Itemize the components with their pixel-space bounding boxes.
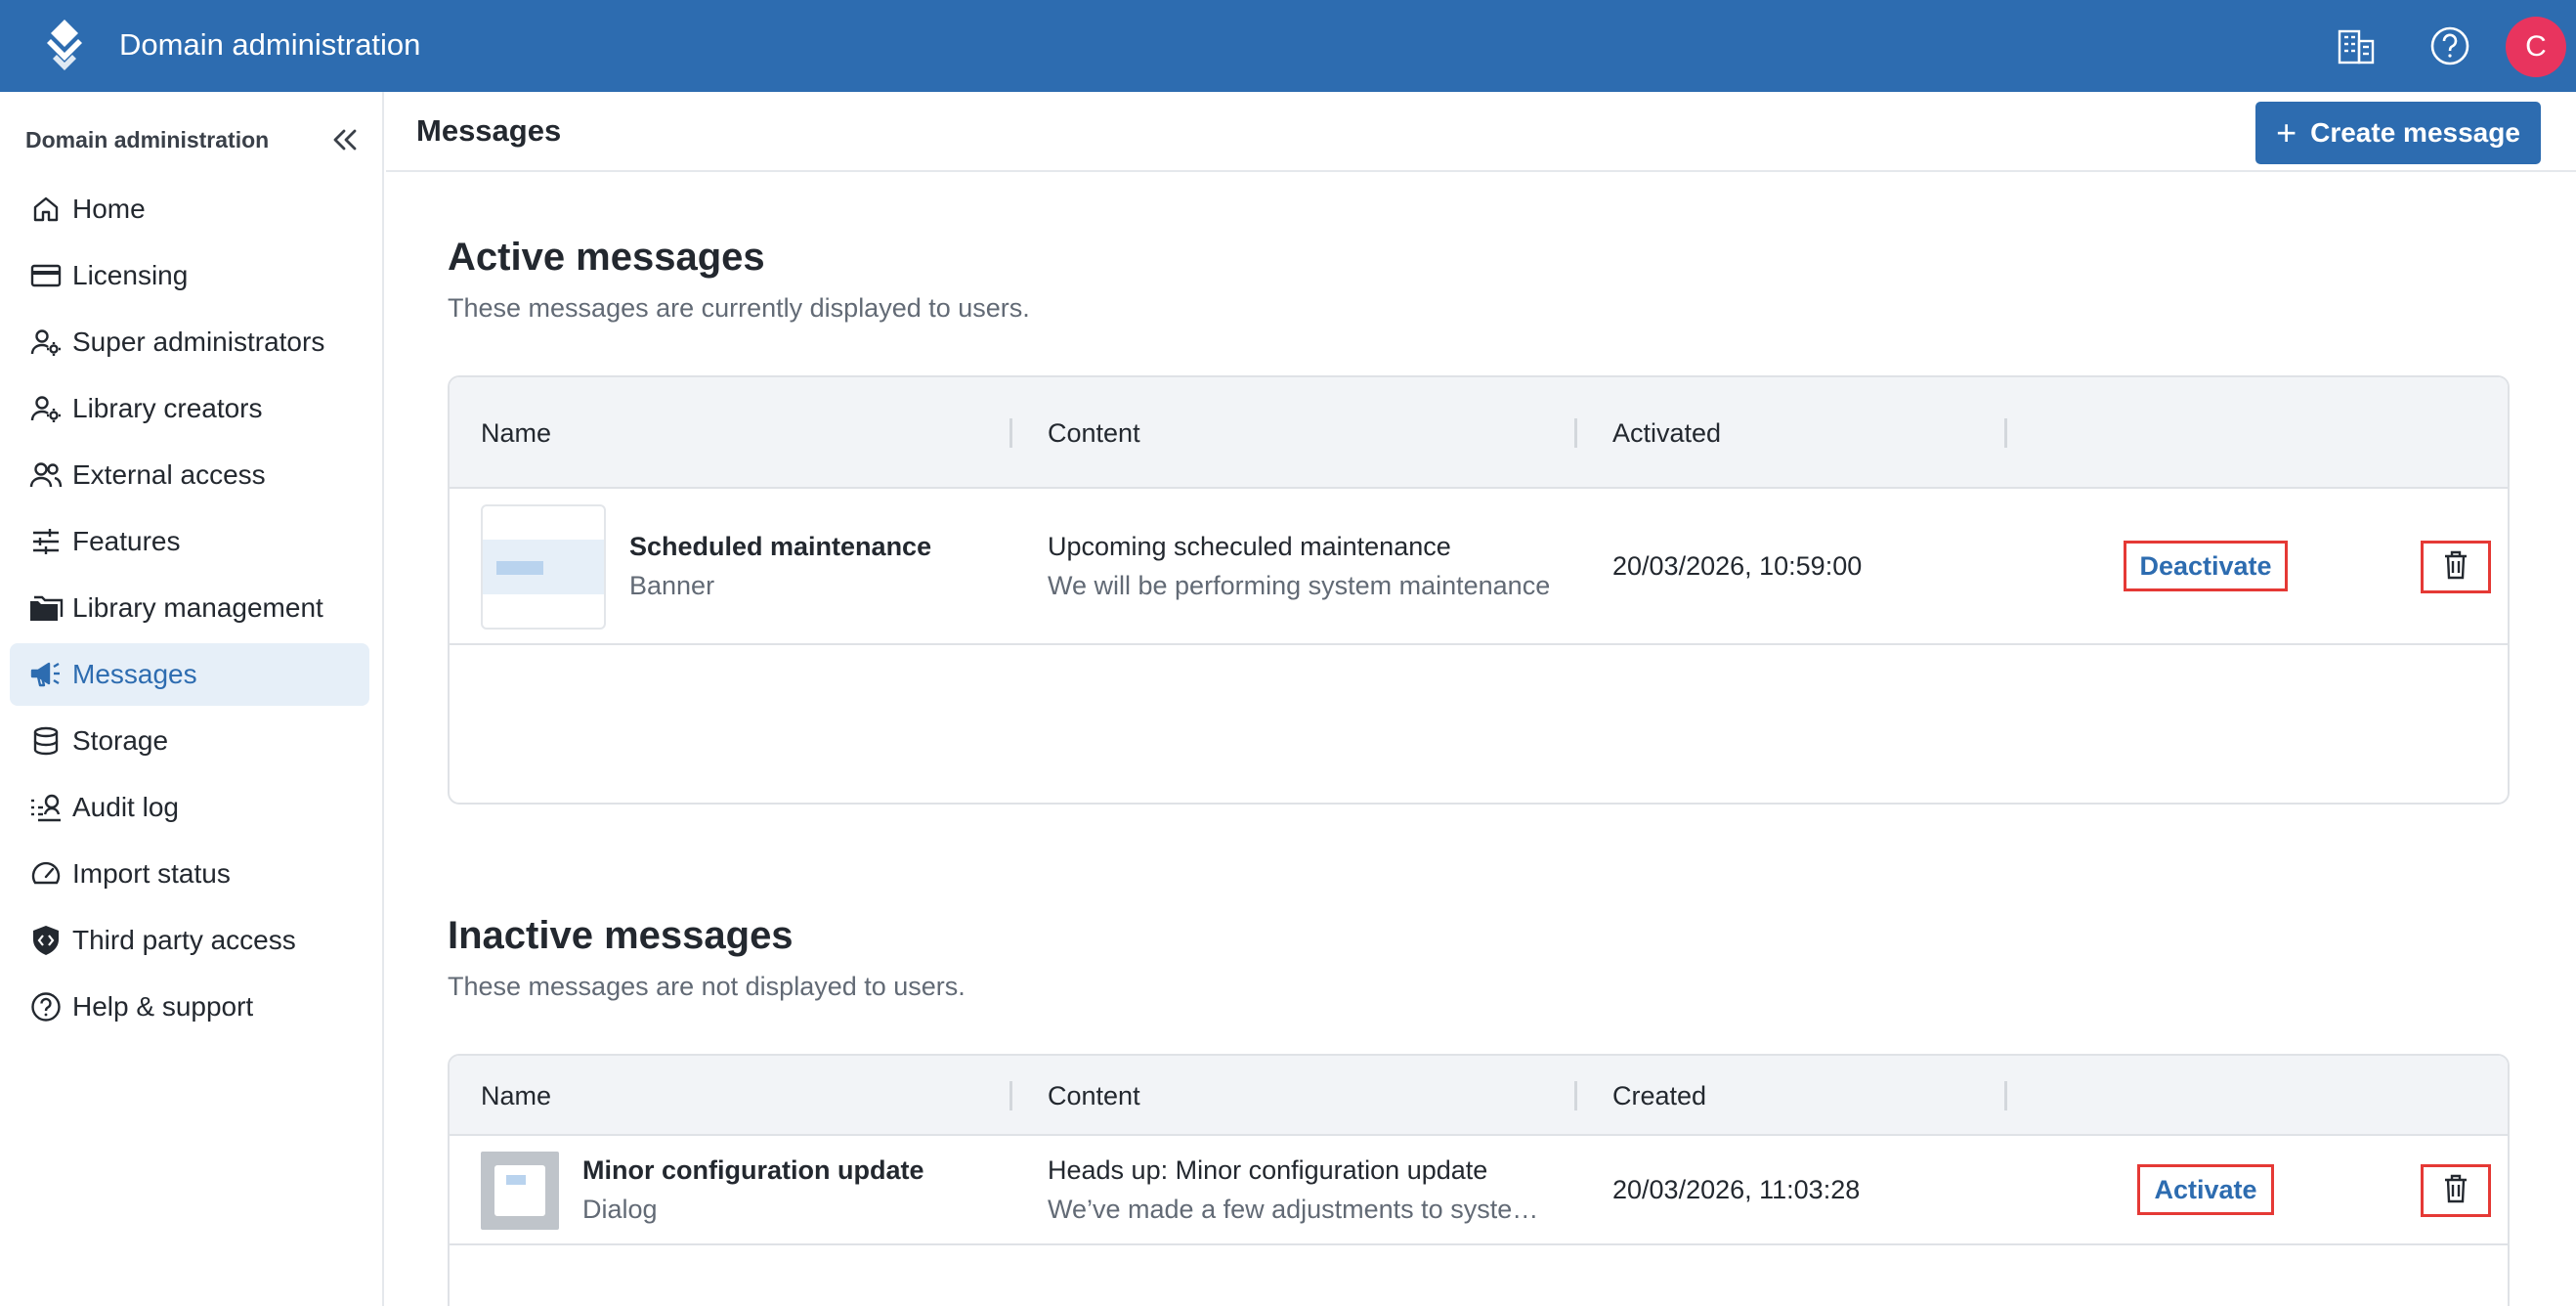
user-avatar[interactable]: C: [2506, 17, 2566, 77]
credit-card-icon: [27, 257, 64, 294]
layers-logo-icon[interactable]: [43, 18, 86, 70]
sidebar-item-label: Library management: [72, 592, 323, 623]
message-name: Scheduled maintenance: [629, 532, 932, 561]
column-divider[interactable]: [1009, 418, 1012, 448]
create-message-button[interactable]: + Create message: [2255, 102, 2541, 164]
sidebar-item-third-party-access[interactable]: Third party access: [10, 909, 369, 972]
sidebar-item-external-access[interactable]: External access: [10, 444, 369, 506]
sidebar-item-label: Help & support: [72, 991, 254, 1022]
sidebar-item-label: Audit log: [72, 792, 179, 822]
active-messages-subtitle: These messages are currently displayed t…: [448, 293, 1030, 323]
table-row[interactable]: Scheduled maintenance Banner Upcoming sc…: [450, 489, 2508, 645]
delete-button[interactable]: [2421, 1164, 2491, 1217]
megaphone-icon: [27, 656, 64, 693]
message-type: Dialog: [582, 1195, 658, 1224]
column-header-content[interactable]: Content: [1048, 416, 1140, 450]
sidebar: Domain administration Home Licensing Sup…: [0, 92, 384, 1306]
sidebar-item-features[interactable]: Features: [10, 510, 369, 573]
table-header: Name Content Created: [450, 1056, 2508, 1136]
sidebar-item-label: Library creators: [72, 393, 263, 423]
sidebar-item-label: Third party access: [72, 925, 296, 955]
inactive-messages-title: Inactive messages: [448, 914, 794, 957]
column-header-name[interactable]: Name: [481, 1079, 551, 1112]
table-header: Name Content Activated: [450, 377, 2508, 489]
database-icon: [27, 722, 64, 760]
message-content-title: Heads up: Minor configuration update: [1048, 1155, 1488, 1185]
create-message-label: Create message: [2310, 117, 2520, 148]
sidebar-item-label: Home: [72, 194, 146, 224]
help-circle-icon[interactable]: [2426, 22, 2474, 70]
column-divider[interactable]: [1009, 1081, 1012, 1110]
list-search-icon: [27, 789, 64, 826]
sidebar-item-label: Storage: [72, 725, 169, 756]
plus-icon: +: [2276, 112, 2297, 152]
deactivate-button[interactable]: Deactivate: [2124, 541, 2288, 591]
page-title: Messages: [416, 113, 562, 148]
main-header: Messages + Create message: [386, 92, 2576, 172]
dialog-thumbnail: [481, 1152, 559, 1230]
sidebar-item-library-management[interactable]: Library management: [10, 577, 369, 639]
inactive-messages-subtitle: These messages are not displayed to user…: [448, 972, 966, 1001]
help-circle-icon: [27, 988, 64, 1025]
sidebar-item-audit-log[interactable]: Audit log: [10, 776, 369, 839]
sidebar-item-label: Messages: [72, 659, 197, 689]
message-content-title: Upcoming scheculed maintenance: [1048, 532, 1451, 561]
sidebar-nav: Home Licensing Super administrators Libr…: [10, 178, 369, 1042]
column-header-created[interactable]: Created: [1612, 1079, 1706, 1112]
active-messages-title: Active messages: [448, 236, 765, 279]
sidebar-item-label: Import status: [72, 858, 231, 889]
sliders-icon: [27, 523, 64, 560]
column-divider[interactable]: [2004, 418, 2007, 448]
message-created-date: 20/03/2026, 11:03:28: [1612, 1175, 1861, 1204]
sidebar-item-storage[interactable]: Storage: [10, 710, 369, 772]
message-activated-date: 20/03/2026, 10:59:00: [1612, 551, 1863, 581]
sidebar-item-import-status[interactable]: Import status: [10, 843, 369, 905]
sidebar-item-messages[interactable]: Messages: [10, 643, 369, 706]
sidebar-item-label: Licensing: [72, 260, 189, 290]
message-content-desc: We will be performing system maintenance: [1048, 571, 1551, 600]
trash-icon: [2443, 550, 2469, 585]
column-divider[interactable]: [1574, 418, 1577, 448]
shield-code-icon: [27, 922, 64, 959]
user-gear-icon: [27, 324, 64, 361]
gauge-icon: [27, 855, 64, 892]
sidebar-item-licensing[interactable]: Licensing: [10, 244, 369, 307]
delete-button[interactable]: [2421, 541, 2491, 593]
building-icon[interactable]: [2332, 22, 2381, 70]
column-divider[interactable]: [2004, 1081, 2007, 1110]
message-type: Banner: [629, 571, 715, 600]
banner-thumbnail: [481, 504, 606, 630]
sidebar-item-library-creators[interactable]: Library creators: [10, 377, 369, 440]
users-icon: [27, 457, 64, 494]
sidebar-item-help-support[interactable]: Help & support: [10, 976, 369, 1038]
column-header-activated[interactable]: Activated: [1612, 416, 1721, 450]
column-header-content[interactable]: Content: [1048, 1079, 1140, 1112]
column-header-name[interactable]: Name: [481, 416, 551, 450]
sidebar-item-super-administrators[interactable]: Super administrators: [10, 311, 369, 373]
sidebar-item-label: External access: [72, 459, 266, 490]
user-gear-icon: [27, 390, 64, 427]
home-icon: [27, 191, 64, 228]
folders-icon: [27, 589, 64, 627]
table-row[interactable]: Minor configuration update Dialog Heads …: [450, 1136, 2508, 1245]
column-divider[interactable]: [1574, 1081, 1577, 1110]
trash-icon: [2443, 1174, 2469, 1208]
top-bar: Domain administration C: [0, 0, 2576, 92]
message-name: Minor configuration update: [582, 1155, 924, 1185]
sidebar-item-label: Features: [72, 526, 181, 556]
app-title: Domain administration: [119, 27, 421, 62]
activate-button[interactable]: Activate: [2137, 1164, 2274, 1215]
sidebar-item-label: Super administrators: [72, 326, 325, 357]
active-messages-table: Name Content Activated Scheduled mainten…: [448, 375, 2510, 805]
sidebar-item-home[interactable]: Home: [10, 178, 369, 240]
message-content-desc: We’ve made a few adjustments to system s…: [1048, 1195, 1556, 1224]
collapse-sidebar-icon[interactable]: [326, 121, 364, 158]
inactive-messages-table: Name Content Created Minor configuration…: [448, 1054, 2510, 1306]
sidebar-heading: Domain administration: [25, 127, 270, 152]
